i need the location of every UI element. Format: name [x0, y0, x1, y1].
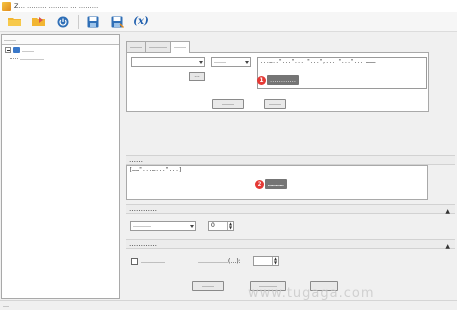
status-text: …	[3, 302, 9, 309]
left-panel: …… …… …………	[1, 34, 120, 299]
tab-general[interactable]: ……	[126, 41, 146, 52]
power-icon	[57, 16, 69, 27]
tab-params[interactable]: ………	[145, 41, 171, 52]
status-bar: …	[0, 300, 457, 310]
tree-item-label: ……	[22, 46, 34, 54]
type-combo-value: ……	[214, 58, 226, 65]
action-button-right[interactable]: ……	[264, 99, 286, 109]
annotation-label: …………	[265, 179, 287, 189]
control-target-header[interactable]: ………… ▲	[126, 204, 455, 215]
spinner-value: 0	[211, 222, 215, 229]
collapse-icon[interactable]	[5, 47, 11, 53]
operation-done-header[interactable]: ………… ▲	[126, 239, 455, 250]
control-target-spinner[interactable]: 0 ▲ ▼	[208, 221, 234, 231]
save-as-icon	[111, 16, 124, 28]
save-button[interactable]	[84, 14, 102, 30]
footer-button-1[interactable]: ……	[192, 281, 224, 291]
target-combo[interactable]	[131, 57, 205, 67]
collapse-caret-icon: ▲	[445, 243, 450, 250]
delay-label: ……………(…):	[198, 258, 241, 265]
done-checkbox[interactable]	[131, 258, 138, 265]
spinner-arrows-icon[interactable]: ▲ ▼	[272, 257, 278, 265]
done-checkbox-label: …………	[141, 258, 165, 265]
left-panel-header: ……	[2, 35, 119, 45]
return-value-header: ……	[126, 155, 455, 165]
open-folder-icon	[8, 18, 21, 26]
chevron-down-icon	[245, 61, 249, 64]
toolbar-separator	[78, 14, 79, 29]
collapse-caret-icon: ▲	[445, 208, 450, 215]
function-button[interactable]: (x)	[132, 14, 150, 30]
annotation-1: 1 …………	[257, 75, 299, 85]
function-icon: (x)	[133, 16, 149, 27]
toolbar: (x)	[0, 12, 457, 32]
type-combo[interactable]: ……	[211, 57, 251, 67]
app-icon	[2, 1, 11, 11]
annotation-2: 2 …………	[255, 179, 287, 189]
tree-connector	[10, 57, 18, 59]
tree-item-child[interactable]: …………	[5, 54, 119, 62]
control-target-combo[interactable]: ………	[130, 221, 196, 231]
save-icon	[87, 16, 99, 27]
tab-active[interactable]: ……	[170, 41, 190, 53]
title-bar: Z… ……… ……… … ………	[0, 0, 457, 12]
insert-button[interactable]: …	[189, 72, 205, 81]
section-title: …………	[129, 240, 157, 248]
annotation-label: …………	[267, 75, 299, 85]
power-button[interactable]	[54, 14, 72, 30]
spinner-arrows-icon[interactable]: ▲ ▼	[227, 222, 233, 230]
window-title: Z… ……… ……… … ………	[14, 2, 99, 10]
chevron-down-icon	[190, 225, 194, 228]
open-folder-button[interactable]	[6, 14, 24, 30]
section-title: ……	[129, 156, 143, 164]
tab-strip: …… ……… ……	[126, 41, 190, 53]
annotation-number: 1	[257, 75, 266, 85]
return-value-text: [……"...…..."...]	[129, 167, 182, 173]
save-as-button[interactable]	[108, 14, 126, 30]
folder-icon	[13, 47, 20, 53]
tree-item-root[interactable]: ……	[5, 46, 119, 54]
right-panel: …… ……… …… …… … ...….."..."... "...",... …	[122, 34, 456, 299]
export-icon	[32, 17, 45, 26]
export-button[interactable]	[30, 14, 48, 30]
return-value-box[interactable]: [……"...…..."...] 2 …………	[126, 165, 428, 200]
section-title: …………	[129, 205, 157, 213]
control-target-combo-value: ………	[133, 222, 151, 229]
delay-spinner[interactable]: ▲ ▼	[253, 256, 279, 266]
action-button-left[interactable]: ……	[212, 99, 244, 109]
tree-item-label: …………	[20, 54, 44, 62]
annotation-number: 2	[255, 179, 264, 189]
chevron-down-icon	[199, 61, 203, 64]
watermark: www.tugaga.com	[248, 286, 375, 301]
tree-view: …… …………	[2, 45, 119, 62]
